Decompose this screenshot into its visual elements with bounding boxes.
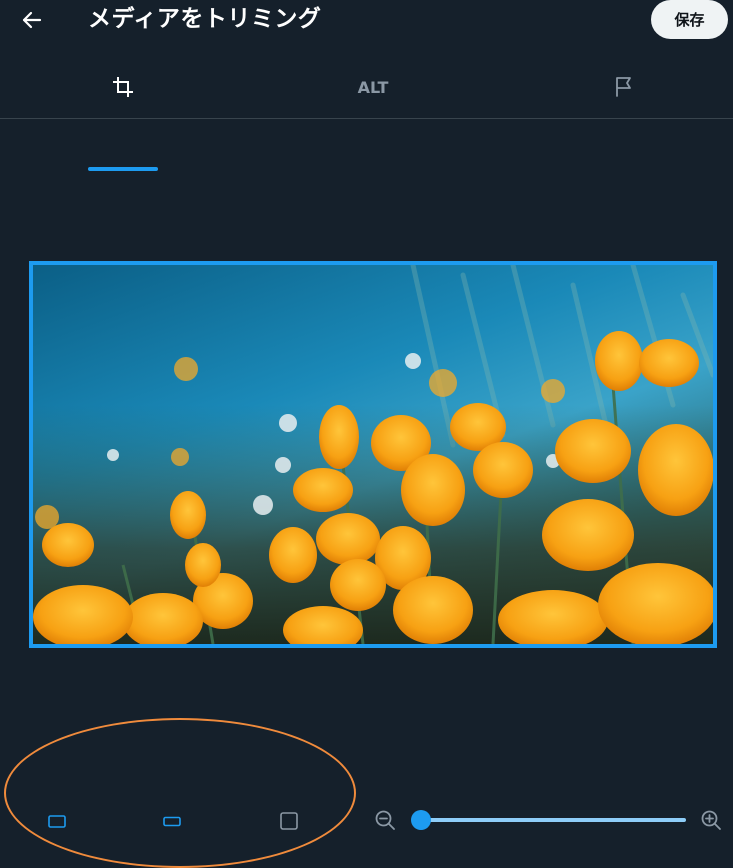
wide-ratio-button[interactable]	[155, 804, 189, 838]
zoom-slider-thumb[interactable]	[411, 810, 431, 830]
header: メディアをトリミング 保存	[0, 0, 733, 56]
square-ratio-icon	[280, 812, 298, 830]
square-ratio-button[interactable]	[272, 804, 306, 838]
crop-toolbar	[0, 790, 733, 848]
tab-alt-label: ALT	[357, 77, 389, 97]
page-title: メディアをトリミング	[88, 6, 322, 32]
flag-icon	[616, 77, 631, 97]
original-ratio-button[interactable]	[40, 804, 74, 838]
zoom-slider-track[interactable]	[416, 818, 686, 822]
wide-ratio-icon	[163, 816, 181, 827]
poppy-photo	[33, 265, 713, 644]
tab-flag[interactable]	[554, 56, 694, 118]
save-button[interactable]: 保存	[651, 0, 728, 39]
crop-icon	[113, 77, 133, 97]
active-tab-indicator	[88, 167, 158, 171]
tab-crop[interactable]	[53, 56, 193, 118]
original-ratio-icon	[48, 815, 66, 828]
crop-area[interactable]	[29, 261, 717, 648]
arrow-left-icon	[22, 11, 42, 29]
tab-bar: ALT	[0, 56, 733, 171]
back-button[interactable]	[14, 2, 50, 38]
zoom-out-icon[interactable]	[374, 809, 396, 831]
tab-alt[interactable]: ALT	[303, 56, 443, 118]
zoom-in-icon[interactable]	[700, 809, 722, 831]
